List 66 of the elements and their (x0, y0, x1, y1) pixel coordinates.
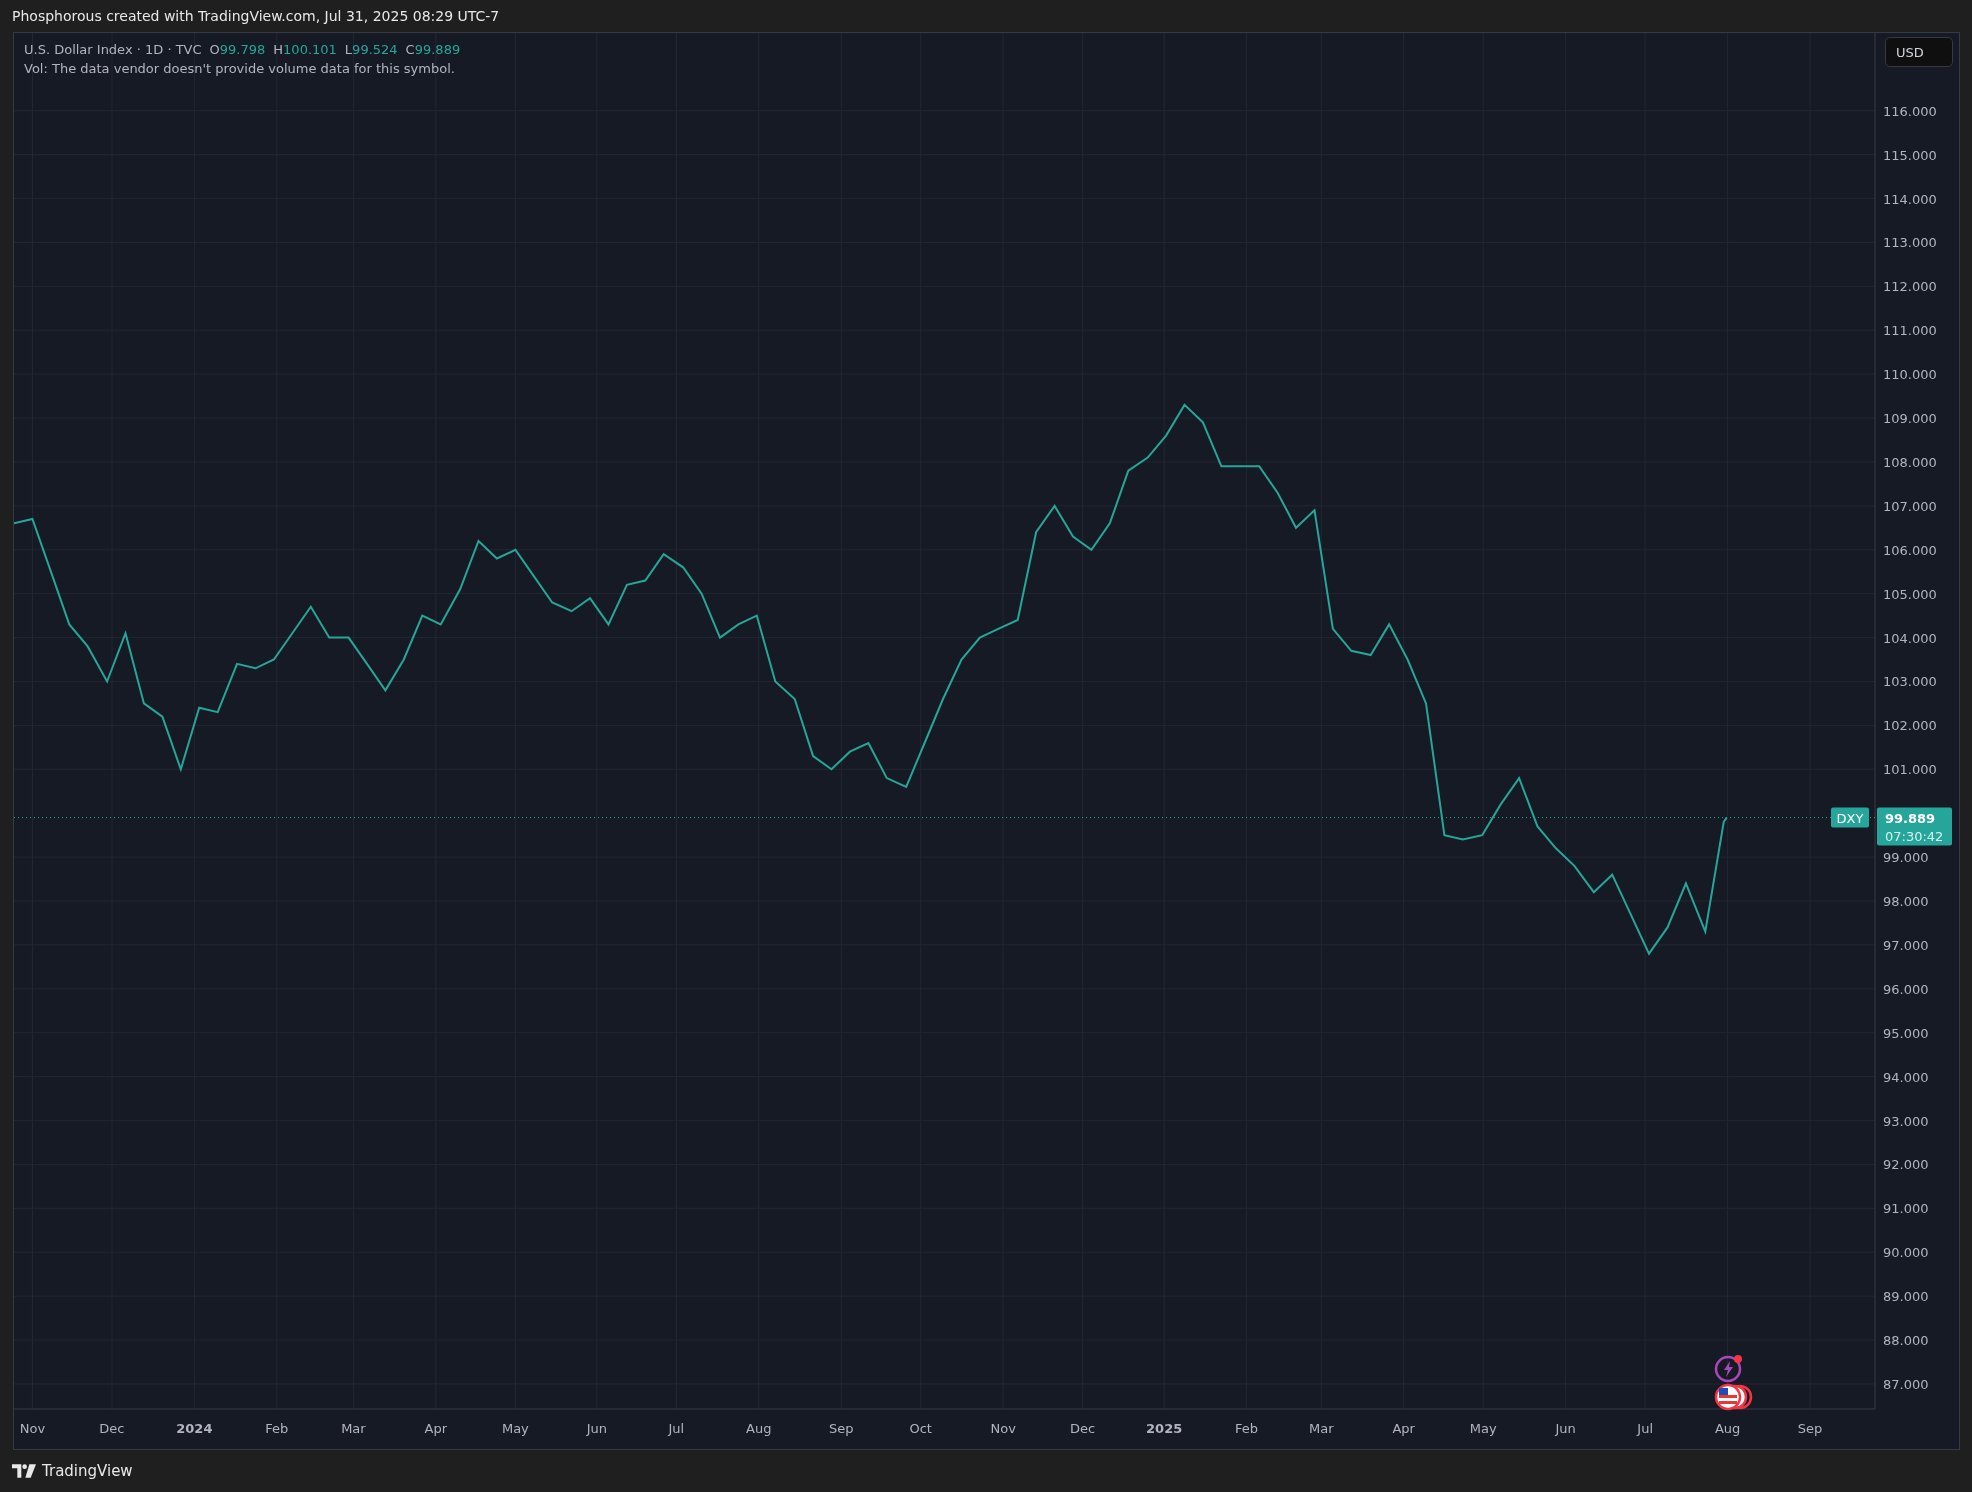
time-axis-label: Mar (341, 1421, 366, 1436)
price-axis-label: 96.000 (1883, 981, 1929, 997)
price-axis-label: 102.000 (1883, 718, 1937, 734)
ohlc-value: H100.101 (273, 42, 337, 57)
time-axis-label: Sep (828, 1421, 854, 1436)
ohlc-value: C99.889 (405, 42, 461, 57)
chart-caption: Phosphorous created with TradingView.com, Jul 31, 2025 08:29 UTC-7 (12, 8, 500, 24)
time-axis-label: Jun (586, 1421, 607, 1436)
brand-name: TradingView (42, 1462, 133, 1480)
time-axis-label: May (1469, 1421, 1497, 1436)
price-axis-label: 109.000 (1883, 411, 1937, 427)
volume-note: Vol: The data vendor doesn't provide volume data for this symbol. (24, 61, 456, 76)
price-axis-label: 116.000 (1883, 103, 1937, 119)
lightning-icon[interactable] (1714, 1353, 1744, 1383)
price-axis-label: 97.000 (1883, 937, 1929, 953)
price-axis-label: 90.000 (1883, 1245, 1929, 1261)
price-axis-label: 103.000 (1883, 674, 1937, 690)
ohlc-value: L99.524 (344, 42, 398, 57)
time-axis-label: 2025 (1146, 1421, 1183, 1436)
time-axis-label: Jul (668, 1421, 685, 1436)
time-axis-label: Mar (1309, 1421, 1334, 1436)
price-axis-label: 104.000 (1883, 630, 1937, 646)
currency-button[interactable]: USD (1885, 37, 1953, 67)
price-axis-label: 105.000 (1883, 586, 1937, 602)
price-axis-label: 88.000 (1883, 1333, 1929, 1349)
flag-events-icon[interactable] (1714, 1383, 1754, 1411)
price-axis-label: 95.000 (1883, 1025, 1929, 1041)
price-axis-label: 91.000 (1883, 1201, 1929, 1217)
price-axis-label: 94.000 (1883, 1069, 1929, 1085)
price-axis-label: 114.000 (1883, 191, 1937, 207)
time-axis-label: Nov (990, 1421, 1016, 1436)
price-axis-label: 115.000 (1883, 147, 1937, 163)
price-tag: 99.889 07:30:42 (1877, 807, 1952, 846)
time-axis-label: Feb (265, 1421, 289, 1436)
price-axis-label: 111.000 (1883, 323, 1937, 339)
time-axis-label: Apr (1392, 1421, 1415, 1436)
price-axis-label: 93.000 (1883, 1113, 1929, 1129)
symbol-title: U.S. Dollar Index · 1D · TVC (24, 42, 202, 57)
time-axis-label: Jun (1555, 1421, 1576, 1436)
time-axis-label: Dec (99, 1421, 125, 1436)
logo-icon (12, 1464, 36, 1478)
time-axis-label: Sep (1797, 1421, 1823, 1436)
time-axis-label: Jul (1637, 1421, 1653, 1436)
price-axis-label: 113.000 (1883, 235, 1937, 251)
time-axis-label: 2024 (176, 1421, 213, 1436)
ohlc-value: O99.798 (209, 42, 266, 57)
price-axis-label: 106.000 (1883, 542, 1937, 558)
time-axis-label: Aug (1714, 1421, 1741, 1436)
price-axis-label: 108.000 (1883, 454, 1937, 470)
symbol-tag: DXY (1831, 807, 1869, 828)
price-axis-label: 92.000 (1883, 1157, 1929, 1173)
time-axis-label: Apr (424, 1421, 448, 1436)
price-axis-label: 107.000 (1883, 498, 1937, 514)
time-axis-label: May (501, 1421, 529, 1436)
time-axis-label: Oct (909, 1421, 932, 1436)
time-axis-label: Nov (19, 1421, 46, 1436)
price-axis-label: 99.000 (1883, 850, 1929, 866)
price-axis-label: 110.000 (1883, 367, 1937, 383)
time-axis-label: Dec (1070, 1421, 1096, 1436)
price-axis-label: 89.000 (1883, 1289, 1929, 1305)
price-axis-label: 87.000 (1883, 1376, 1929, 1392)
price-axis-label: 112.000 (1883, 279, 1937, 295)
time-axis-label: Feb (1235, 1421, 1259, 1436)
price-axis-label: 98.000 (1883, 894, 1929, 909)
time-axis-label: Aug (746, 1421, 772, 1436)
price-axis-label: 101.000 (1883, 762, 1937, 778)
